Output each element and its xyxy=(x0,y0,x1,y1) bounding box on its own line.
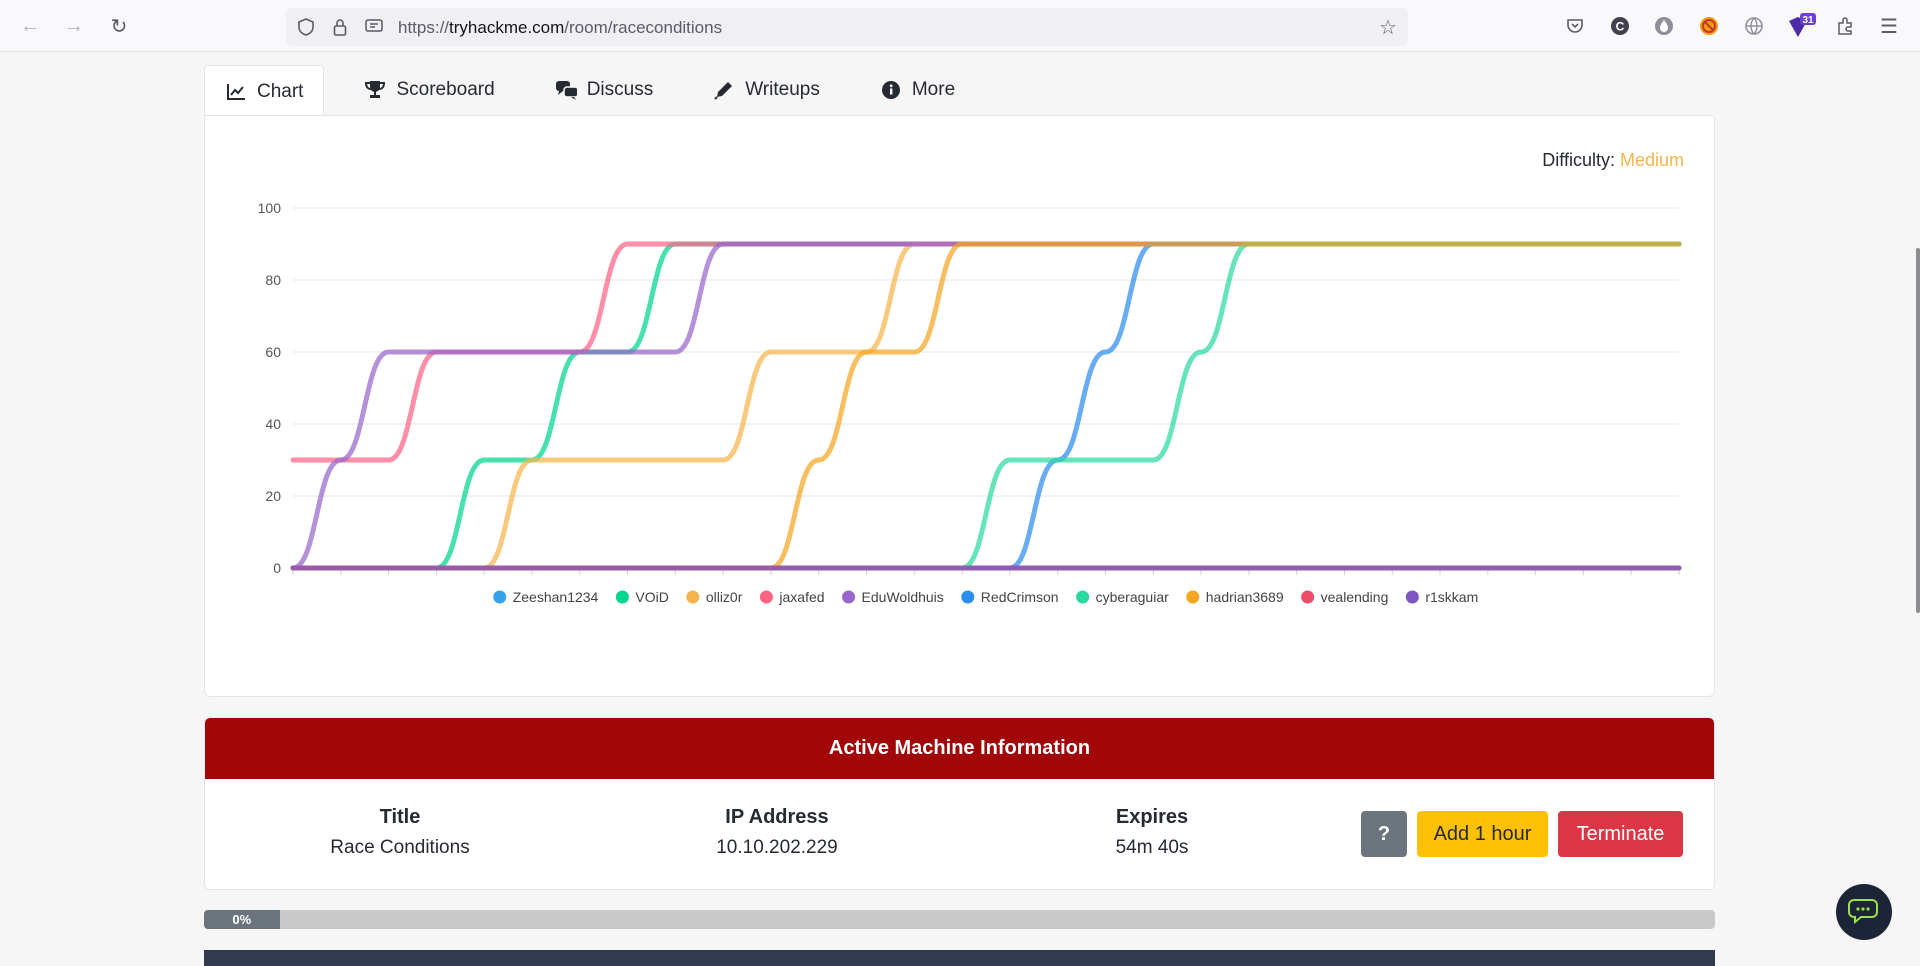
chart-panel: Difficulty: Medium 0 20 40 60 80 100 Zeeshan12… xyxy=(204,115,1715,697)
machine-expires-value: 54m 40s xyxy=(1115,837,1189,858)
y-tick-label: 40 xyxy=(265,416,281,432)
svg-text:31: 31 xyxy=(1802,15,1814,26)
add-hour-button[interactable]: Add 1 hour xyxy=(1417,811,1548,857)
legend-label: RedCrimson xyxy=(981,589,1059,605)
legend-dot xyxy=(1076,590,1090,604)
machine-ip-block: IP Address 10.10.202.229 xyxy=(652,806,902,859)
tab-label: Chart xyxy=(257,80,304,102)
legend-dot xyxy=(615,590,629,604)
lock-icon[interactable] xyxy=(330,17,350,37)
address-bar[interactable]: https://tryhackme.com/room/racecondition… xyxy=(286,8,1408,46)
pen-icon xyxy=(713,79,735,101)
extension-globe-icon[interactable] xyxy=(1742,14,1766,38)
machine-title-value: Race Conditions xyxy=(330,837,470,858)
tab-scoreboard[interactable]: Scoreboard xyxy=(344,64,514,116)
chart-line-icon xyxy=(225,81,247,103)
chart-legend: Zeeshan1234 VOiD olliz0r jaxafed EduWoldhuis… xyxy=(493,589,1478,605)
extension-c-icon[interactable]: C xyxy=(1608,14,1632,38)
tab-writeups[interactable]: Writeups xyxy=(693,64,840,116)
machine-ip-value: 10.10.202.229 xyxy=(716,837,838,858)
active-machine-panel: Active Machine Information Title Race Co… xyxy=(204,717,1715,890)
reload-icon[interactable]: ↻ xyxy=(105,12,133,40)
progress-chart: 0 20 40 60 80 100 Zeeshan1234 VOiD olliz0r jaxafe… xyxy=(258,200,1682,605)
legend-label: hadrian3689 xyxy=(1206,589,1284,605)
legend-dot xyxy=(1301,590,1315,604)
svg-text:C: C xyxy=(1616,20,1625,34)
legend-label: cyberaguiar xyxy=(1096,589,1169,605)
section-footer-bar xyxy=(204,950,1715,966)
legend-dot xyxy=(961,590,975,604)
y-tick-label: 20 xyxy=(265,488,281,504)
tab-chart[interactable]: Chart xyxy=(204,65,325,117)
legend-label: EduWoldhuis xyxy=(862,589,944,605)
tab-label: More xyxy=(911,79,956,100)
legend-dot xyxy=(842,590,856,604)
y-tick-label: 0 xyxy=(273,560,281,576)
legend-dot xyxy=(759,590,773,604)
tab-more[interactable]: More xyxy=(860,64,975,116)
legend-dot xyxy=(686,590,700,604)
legend-label: vealending xyxy=(1321,589,1389,605)
extension-notifications-icon[interactable]: 31 xyxy=(1786,13,1816,38)
back-icon[interactable]: ← xyxy=(16,12,44,40)
legend-label: jaxafed xyxy=(778,589,824,605)
pocket-icon[interactable] xyxy=(1563,14,1587,38)
chat-button[interactable] xyxy=(1836,884,1892,940)
menu-hamburger-icon[interactable]: ☰ xyxy=(1877,14,1901,38)
machine-title-block: Title Race Conditions xyxy=(275,806,525,859)
machine-ip-label: IP Address xyxy=(725,806,829,828)
legend-label: r1skkam xyxy=(1425,589,1478,605)
trophy-icon xyxy=(364,79,386,101)
chat-icon xyxy=(1848,899,1878,925)
legend-label: Zeeshan1234 xyxy=(513,589,599,605)
help-button[interactable]: ? xyxy=(1361,811,1407,857)
y-tick-label: 80 xyxy=(265,272,281,288)
extensions-puzzle-icon[interactable] xyxy=(1833,14,1857,38)
page-scrollbar[interactable] xyxy=(1916,248,1920,613)
legend-label: VOiD xyxy=(635,589,668,605)
page-info-icon[interactable] xyxy=(364,17,384,37)
extension-block-icon[interactable] xyxy=(1697,14,1721,38)
tab-discuss[interactable]: Discuss xyxy=(535,64,674,116)
legend-dot xyxy=(1405,590,1419,604)
shield-icon[interactable] xyxy=(296,17,316,37)
tab-label: Discuss xyxy=(586,79,654,100)
legend-dot xyxy=(1186,590,1200,604)
forward-icon[interactable]: → xyxy=(60,12,88,40)
machine-expires-label: Expires xyxy=(1115,806,1189,828)
legend-label: olliz0r xyxy=(706,589,743,605)
room-progress-label: 0% xyxy=(204,910,280,929)
extension-drop-icon[interactable] xyxy=(1652,14,1676,38)
url-text[interactable]: https://tryhackme.com/room/racecondition… xyxy=(398,18,722,38)
tab-label: Writeups xyxy=(745,79,820,100)
active-machine-header: Active Machine Information xyxy=(205,718,1714,779)
tab-label: Scoreboard xyxy=(396,79,495,100)
room-tabs: Chart Scoreboard Discuss Writeups More xyxy=(204,64,975,117)
info-icon xyxy=(880,79,902,101)
browser-toolbar: ← → ↻ https://tryhackme.com/room/racecon… xyxy=(0,0,1920,52)
y-tick-label: 100 xyxy=(258,200,282,216)
terminate-button[interactable]: Terminate xyxy=(1558,811,1683,857)
legend-dot xyxy=(493,590,507,604)
series-line-cyberaguiar xyxy=(290,241,1682,571)
y-tick-label: 60 xyxy=(265,344,281,360)
machine-title-label: Title xyxy=(379,806,421,828)
room-progress-bar: 0% xyxy=(204,910,1715,929)
bookmark-star-icon[interactable]: ☆ xyxy=(1378,17,1398,39)
comments-icon xyxy=(555,79,577,101)
machine-expires-block: Expires 54m 40s xyxy=(1027,806,1277,859)
